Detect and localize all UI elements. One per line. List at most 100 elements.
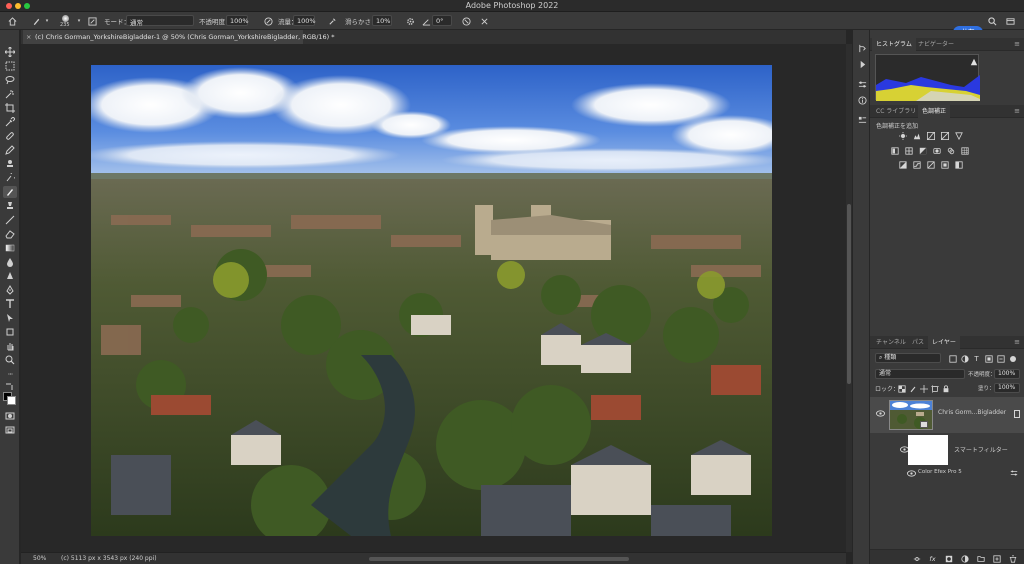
tab-navigator[interactable]: ナビゲーター [914, 38, 958, 51]
curves-icon[interactable] [926, 131, 935, 140]
path-selection-tool-icon[interactable] [3, 312, 17, 324]
screen-mode-icon[interactable] [3, 424, 17, 436]
blur-tool-icon[interactable] [3, 256, 17, 268]
fill-field[interactable]: 100% [994, 383, 1020, 393]
canvas-area[interactable] [21, 44, 846, 552]
exposure-icon[interactable] [940, 131, 949, 140]
pressure-opacity-icon[interactable] [262, 15, 274, 27]
layer-filter-kind[interactable]: ⌕ 種類 [875, 353, 941, 363]
tab-cc-library[interactable]: CC ライブラリ [872, 105, 920, 118]
vibrance-icon[interactable] [954, 131, 963, 140]
lock-icon[interactable] [941, 384, 950, 393]
history-panel-icon[interactable] [856, 42, 868, 54]
brush-tool-icon[interactable] [30, 15, 42, 27]
channel-mixer-icon[interactable] [946, 146, 955, 155]
new-adjustment-layer-icon[interactable] [960, 554, 969, 563]
blend-mode-select[interactable]: 通常 [875, 369, 965, 379]
new-layer-icon[interactable] [992, 554, 1001, 563]
zoom-tool-icon[interactable] [3, 354, 17, 366]
info-icon[interactable] [856, 94, 868, 106]
link-layers-icon[interactable] [912, 554, 921, 563]
search-icon[interactable] [986, 15, 998, 27]
gear-icon[interactable] [404, 15, 416, 27]
color-lookup-icon[interactable] [960, 146, 969, 155]
filter-adjustment-icon[interactable] [960, 354, 969, 363]
invert-icon[interactable] [898, 160, 907, 169]
smart-filter-mask[interactable] [908, 435, 948, 465]
stamp-tool-icon[interactable] [3, 200, 17, 212]
shape-tool-icon[interactable] [3, 326, 17, 338]
tab-layers[interactable]: レイヤー [928, 336, 960, 349]
horizontal-scrollbar-thumb[interactable] [369, 557, 629, 561]
angle-field[interactable]: 0° [432, 15, 452, 26]
pen-tool-icon[interactable] [3, 284, 17, 296]
tab-paths[interactable]: パス [908, 336, 928, 349]
eraser-tool-icon[interactable] [3, 228, 17, 240]
panel-menu-icon[interactable]: ≡ [1014, 40, 1020, 48]
layer-opacity-field[interactable]: 100% [994, 369, 1020, 379]
filter-pixel-icon[interactable] [948, 354, 957, 363]
brush-settings-icon[interactable] [86, 15, 98, 27]
gradient-map-icon[interactable] [954, 160, 963, 169]
adjustments-panel-icon[interactable] [856, 78, 868, 90]
smart-filter-indicator-icon[interactable] [1014, 410, 1020, 418]
chevron-down-icon[interactable]: ▾ [44, 18, 50, 24]
layer-name[interactable]: Chris Gorm...Bigladder [938, 409, 1006, 416]
zoom-level[interactable]: 50% [33, 555, 46, 562]
move-tool-icon[interactable] [3, 46, 17, 58]
tab-channels[interactable]: チャンネル [872, 336, 910, 349]
smart-filter-row[interactable]: スマートフィルター [870, 433, 1024, 467]
filter-row[interactable]: Color Efex Pro 5 [870, 467, 1024, 479]
document-tab[interactable]: × (c) Chris Gorman_YorkshireBigladder-1 … [23, 30, 335, 44]
dodge-tool-icon[interactable] [3, 270, 17, 282]
levels-icon[interactable] [912, 131, 921, 140]
add-mask-icon[interactable] [944, 554, 953, 563]
hue-saturation-icon[interactable] [890, 146, 899, 155]
filter-type-icon[interactable]: T [972, 354, 981, 363]
object-selection-tool-icon[interactable] [3, 88, 17, 100]
threshold-icon[interactable] [926, 160, 935, 169]
filter-smart-object-icon[interactable] [996, 354, 1005, 363]
filter-toggle[interactable] [1010, 356, 1016, 362]
selective-color-icon[interactable] [940, 160, 949, 169]
lock-position-icon[interactable] [919, 384, 928, 393]
lock-artboard-icon[interactable] [930, 384, 939, 393]
opacity-field[interactable]: 100% [226, 15, 249, 26]
brush-tool-icon[interactable] [3, 186, 17, 198]
symmetry-icon[interactable] [478, 15, 490, 27]
home-icon[interactable] [6, 15, 18, 27]
eye-icon[interactable] [907, 470, 916, 477]
panel-menu-icon[interactable]: ≡ [1014, 107, 1020, 115]
filter-shape-icon[interactable] [984, 354, 993, 363]
pressure-size-icon[interactable] [460, 15, 472, 27]
workspace-icon[interactable] [1004, 15, 1016, 27]
warning-icon[interactable] [970, 58, 978, 66]
lock-pixels-icon[interactable] [908, 384, 917, 393]
eyedropper-tool-icon[interactable] [3, 116, 17, 128]
lasso-tool-icon[interactable] [3, 74, 17, 86]
color-balance-icon[interactable] [904, 146, 913, 155]
flow-field[interactable]: 100% [293, 15, 316, 26]
pencil-tool-icon[interactable] [3, 144, 17, 156]
hand-tool-icon[interactable] [3, 340, 17, 352]
clone-stamp-tool-icon[interactable] [3, 158, 17, 170]
tab-histogram[interactable]: ヒストグラム [872, 38, 916, 51]
swap-colors-icon[interactable] [3, 382, 17, 390]
healing-brush-tool-icon[interactable] [3, 130, 17, 142]
close-tab-icon[interactable]: × [26, 30, 31, 44]
crop-tool-icon[interactable] [3, 102, 17, 114]
brightness-icon[interactable] [898, 131, 907, 140]
layer-row[interactable]: Chris Gorm...Bigladder [870, 397, 1024, 433]
new-group-icon[interactable] [976, 554, 985, 563]
gradient-tool-icon[interactable] [3, 242, 17, 254]
properties-panel-icon[interactable] [856, 114, 868, 126]
black-white-icon[interactable] [918, 146, 927, 155]
filter-options-icon[interactable] [1010, 469, 1018, 477]
play-actions-icon[interactable] [856, 58, 868, 70]
eye-icon[interactable] [876, 410, 885, 417]
scrollbar-thumb[interactable] [847, 204, 851, 384]
mode-select[interactable]: 通常 [126, 15, 194, 27]
background-color-swatch[interactable] [7, 396, 16, 405]
tab-adjustments[interactable]: 色調補正 [918, 105, 951, 118]
smoothing-field[interactable]: 10% [372, 15, 392, 26]
